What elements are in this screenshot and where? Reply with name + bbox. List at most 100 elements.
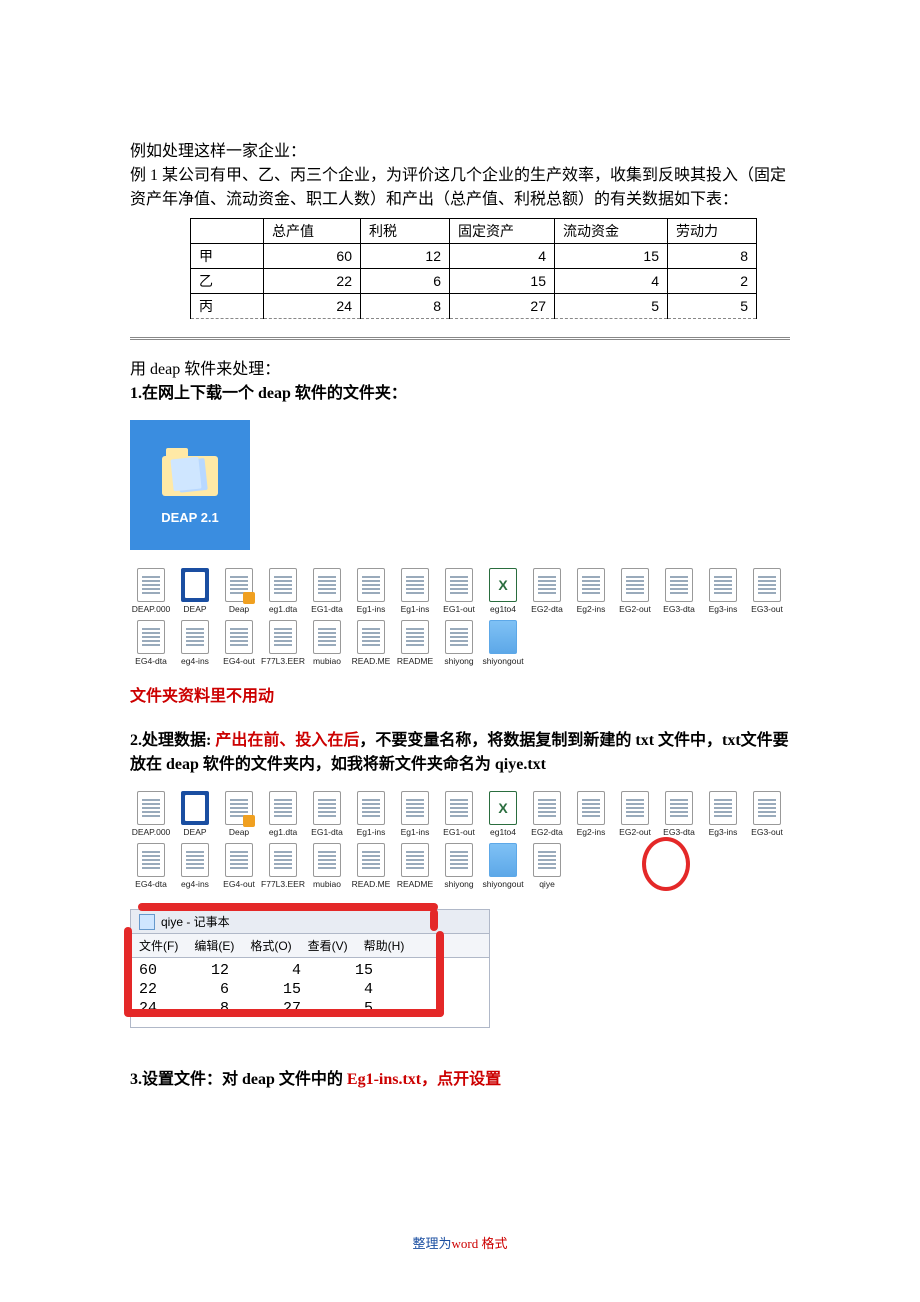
- file-icon: [533, 843, 561, 877]
- file-item[interactable]: eg4-ins: [174, 620, 216, 666]
- file-icon: [577, 568, 605, 602]
- file-item[interactable]: Eg1-ins: [394, 568, 436, 614]
- file-label: READ.ME: [352, 880, 391, 889]
- file-item[interactable]: README: [394, 843, 436, 889]
- file-item[interactable]: eg1.dta: [262, 791, 304, 837]
- file-label: eg4-ins: [181, 657, 209, 666]
- text-red: Eg1-ins.txt，点开设置: [347, 1071, 501, 1088]
- file-item[interactable]: DEAP: [174, 791, 216, 837]
- menu-view[interactable]: 查看(V): [308, 937, 348, 954]
- cell: 60: [264, 244, 361, 269]
- file-label: DEAP: [183, 828, 206, 837]
- file-item[interactable]: Eg1-ins: [394, 791, 436, 837]
- file-item[interactable]: EG3-dta: [658, 791, 700, 837]
- file-item[interactable]: README: [394, 620, 436, 666]
- row-label: 甲: [191, 244, 264, 269]
- file-label: Eg1-ins: [401, 605, 430, 614]
- file-item[interactable]: EG2-out: [614, 568, 656, 614]
- text: 3.设置文件：对 deap 文件中的: [130, 1071, 347, 1088]
- file-label: EG4-dta: [135, 880, 167, 889]
- file-item[interactable]: EG3-dta: [658, 568, 700, 614]
- file-item[interactable]: Eg3-ins: [702, 791, 744, 837]
- file-item[interactable]: mubiao: [306, 843, 348, 889]
- file-item[interactable]: qiye: [526, 843, 568, 889]
- file-item[interactable]: EG1-dta: [306, 568, 348, 614]
- file-icon: [181, 620, 209, 654]
- table-row: 乙 22 6 15 4 2: [191, 269, 757, 294]
- file-item[interactable]: EG3-out: [746, 791, 788, 837]
- menu-file[interactable]: 文件(F): [139, 937, 178, 954]
- file-item[interactable]: eg1to4: [482, 791, 524, 837]
- file-label: shiyongout: [482, 880, 523, 889]
- file-label: EG4-out: [223, 880, 255, 889]
- file-item[interactable]: READ.ME: [350, 843, 392, 889]
- section-heading: 2.处理数据: 产出在前、投入在后，不要变量名称，将数据复制到新建的 txt 文…: [130, 729, 790, 777]
- file-label: EG3-out: [751, 605, 783, 614]
- file-item[interactable]: F77L3.EER: [262, 843, 304, 889]
- file-item[interactable]: DEAP.000: [130, 568, 172, 614]
- file-item[interactable]: EG4-out: [218, 620, 260, 666]
- cell: 5: [668, 294, 757, 319]
- file-icon: [753, 791, 781, 825]
- file-icon: [225, 843, 253, 877]
- file-item[interactable]: shiyongout: [482, 843, 524, 889]
- file-item[interactable]: EG1-dta: [306, 791, 348, 837]
- section-heading: 1.在网上下载一个 deap 软件的文件夹：: [130, 382, 790, 406]
- file-icon: [137, 843, 165, 877]
- file-item[interactable]: F77L3.EER: [262, 620, 304, 666]
- file-label: README: [397, 657, 433, 666]
- folder-tile[interactable]: DEAP 2.1: [130, 420, 250, 550]
- table-header: 总产值: [264, 219, 361, 244]
- file-item[interactable]: EG4-dta: [130, 843, 172, 889]
- menu-help[interactable]: 帮助(H): [364, 937, 405, 954]
- file-item[interactable]: eg4-ins: [174, 843, 216, 889]
- file-item[interactable]: Eg3-ins: [702, 568, 744, 614]
- table-header: 固定资产: [450, 219, 555, 244]
- file-item[interactable]: DEAP.000: [130, 791, 172, 837]
- file-icon: [313, 791, 341, 825]
- cell: 24: [264, 294, 361, 319]
- notepad-content[interactable]: 60 12 4 15 8 22 6 15 4 2 24 8 27 5 5: [130, 958, 490, 1027]
- file-item[interactable]: EG2-dta: [526, 568, 568, 614]
- file-icon: [709, 791, 737, 825]
- file-item[interactable]: EG4-out: [218, 843, 260, 889]
- file-item[interactable]: eg1to4: [482, 568, 524, 614]
- file-item[interactable]: EG3-out: [746, 568, 788, 614]
- file-item[interactable]: shiyong: [438, 620, 480, 666]
- cell: 4: [450, 244, 555, 269]
- file-icon: [357, 791, 385, 825]
- file-item[interactable]: eg1.dta: [262, 568, 304, 614]
- file-item[interactable]: shiyong: [438, 843, 480, 889]
- paragraph: 例如处理这样一家企业：: [130, 140, 790, 164]
- file-item[interactable]: Eg2-ins: [570, 791, 612, 837]
- file-item[interactable]: Eg2-ins: [570, 568, 612, 614]
- row-label: 乙: [191, 269, 264, 294]
- file-label: Eg3-ins: [709, 828, 738, 837]
- table-header: [191, 219, 264, 244]
- file-item[interactable]: Eg1-ins: [350, 791, 392, 837]
- file-label: Eg3-ins: [709, 605, 738, 614]
- file-label: shiyong: [444, 880, 473, 889]
- file-icon: [137, 620, 165, 654]
- file-label: README: [397, 880, 433, 889]
- file-item[interactable]: Deap: [218, 791, 260, 837]
- file-item[interactable]: Eg1-ins: [350, 568, 392, 614]
- file-item[interactable]: READ.ME: [350, 620, 392, 666]
- file-icon: [621, 791, 649, 825]
- file-item[interactable]: shiyongout: [482, 620, 524, 666]
- table-row: 甲 60 12 4 15 8: [191, 244, 757, 269]
- divider: [130, 337, 790, 340]
- file-item[interactable]: EG1-out: [438, 568, 480, 614]
- file-item[interactable]: Deap: [218, 568, 260, 614]
- file-item[interactable]: DEAP: [174, 568, 216, 614]
- menu-format[interactable]: 格式(O): [250, 937, 291, 954]
- menu-edit[interactable]: 编辑(E): [194, 937, 234, 954]
- file-item[interactable]: EG2-dta: [526, 791, 568, 837]
- notepad-window: qiye - 记事本 文件(F) 编辑(E) 格式(O) 查看(V) 帮助(H)…: [130, 909, 490, 1027]
- file-item[interactable]: EG1-out: [438, 791, 480, 837]
- file-icon: [137, 568, 165, 602]
- file-item[interactable]: mubiao: [306, 620, 348, 666]
- file-item[interactable]: EG4-dta: [130, 620, 172, 666]
- file-label: Eg2-ins: [577, 828, 606, 837]
- file-item[interactable]: EG2-out: [614, 791, 656, 837]
